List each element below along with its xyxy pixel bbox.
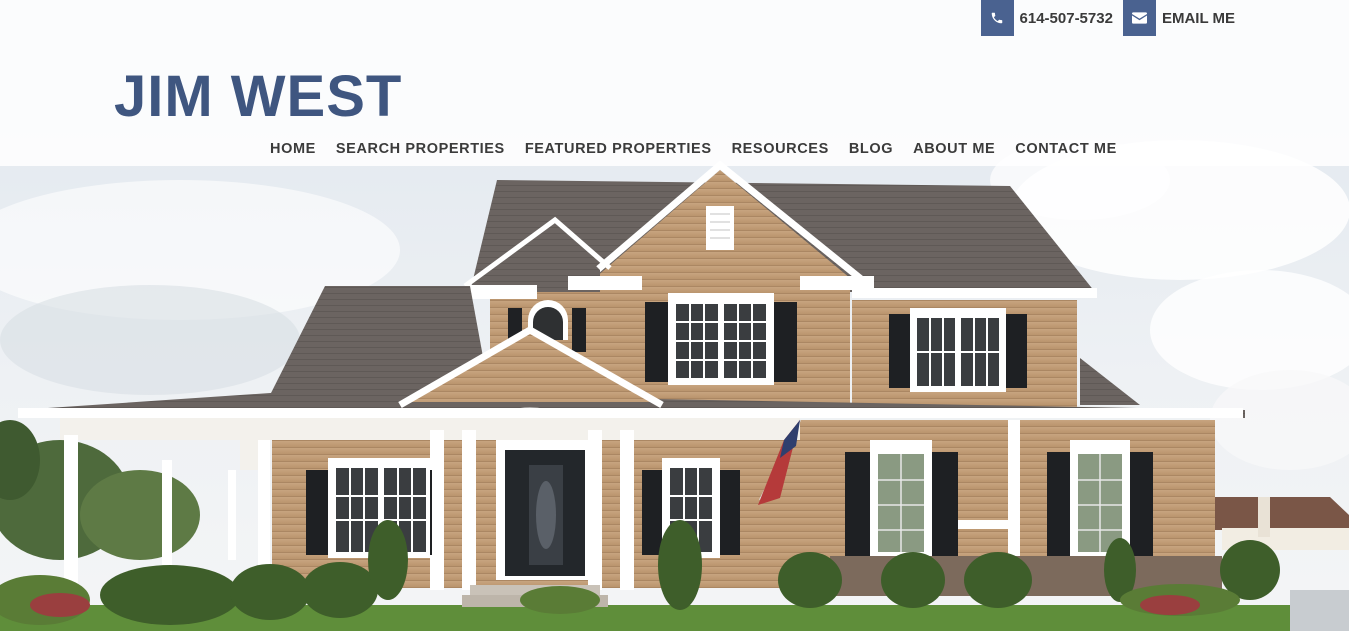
nav-featured-properties[interactable]: FEATURED PROPERTIES: [515, 138, 722, 160]
site-logo[interactable]: JIM WEST: [114, 62, 402, 132]
nav-about-me[interactable]: ABOUT ME: [903, 138, 1005, 160]
contact-bar: 614-507-5732 EMAIL ME: [980, 0, 1349, 36]
nav-blog[interactable]: BLOG: [839, 138, 903, 160]
nav-contact-me[interactable]: CONTACT ME: [1005, 138, 1127, 160]
phone-icon: [980, 0, 1014, 36]
nav-search-properties[interactable]: SEARCH PROPERTIES: [326, 138, 515, 160]
envelope-icon: [1122, 0, 1156, 36]
nav-resources[interactable]: RESOURCES: [722, 138, 839, 160]
site-header: JIM WEST 614-507-5732 EMAIL ME HOME SEAR…: [0, 0, 1349, 166]
phone-link[interactable]: 614-507-5732: [980, 0, 1123, 36]
email-link[interactable]: EMAIL ME: [1122, 0, 1349, 36]
phone-number: 614-507-5732: [1019, 9, 1113, 27]
email-label: EMAIL ME: [1161, 9, 1235, 27]
main-nav: HOME SEARCH PROPERTIES FEATURED PROPERTI…: [260, 138, 1127, 160]
nav-home[interactable]: HOME: [260, 138, 326, 160]
